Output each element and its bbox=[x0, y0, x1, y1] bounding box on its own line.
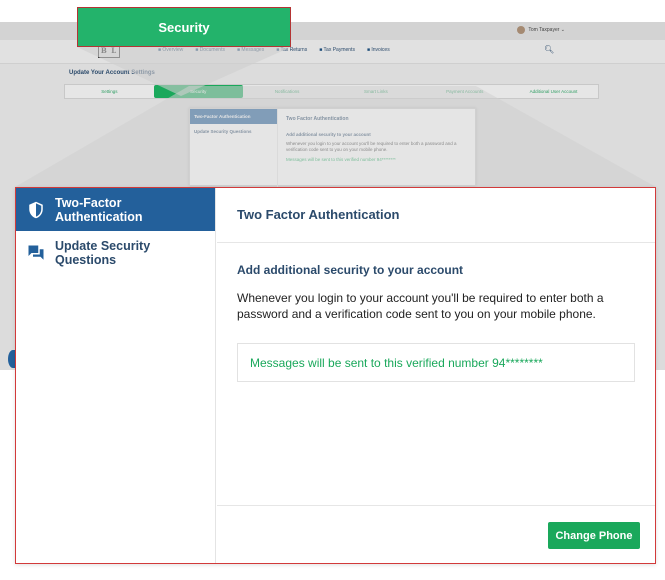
mini-sidebar-item-two-factor[interactable]: Two-Factor Authentication bbox=[190, 109, 277, 124]
tab-payment-accounts[interactable]: Payment Accounts bbox=[420, 85, 509, 98]
mini-panel-heading: Add additional security to your account bbox=[286, 132, 371, 137]
mini-panel-text: Whenever you login to your account you'l… bbox=[286, 141, 457, 152]
sidebar-item-update-security-questions[interactable]: Update Security Questions bbox=[16, 231, 215, 274]
tab-additional-user-account[interactable]: Additional User Account bbox=[509, 85, 598, 98]
nav-invoices[interactable]: Invoices bbox=[367, 47, 389, 53]
shield-icon bbox=[29, 201, 43, 218]
sidebar-item-label: Update Security Questions bbox=[55, 238, 151, 267]
panel-title: Two Factor Authentication bbox=[217, 188, 655, 243]
verified-number-text: Messages will be sent to this verified n… bbox=[250, 355, 543, 370]
mini-panel-title: Two Factor Authentication bbox=[286, 116, 349, 122]
tab-settings[interactable]: Settings bbox=[65, 85, 154, 98]
panel-body: Add additional security to your account … bbox=[217, 243, 655, 382]
security-panel: Two-Factor Authentication Update Securit… bbox=[15, 187, 656, 564]
tab-security[interactable]: Security bbox=[153, 85, 243, 98]
section-heading: Add additional security to your account bbox=[237, 263, 464, 277]
page-title: Update Your Account Settings bbox=[69, 70, 155, 76]
panel-footer: Change Phone bbox=[217, 505, 655, 563]
search-icon[interactable]: 🔍︎ bbox=[544, 45, 554, 54]
sidebar-item-two-factor-authentication[interactable]: Two-Factor Authentication bbox=[16, 188, 215, 231]
user-menu[interactable]: Tom Taxpayer ⌄ bbox=[517, 26, 565, 34]
mini-sidebar-item-security-questions[interactable]: Update Security Questions bbox=[190, 124, 277, 139]
user-name: Tom Taxpayer ⌄ bbox=[528, 27, 565, 33]
chat-bubbles-icon bbox=[28, 245, 44, 260]
settings-tabs: Settings Security Notifications Smart Li… bbox=[64, 84, 599, 99]
nav-tax-returns[interactable]: Tax Returns bbox=[276, 47, 308, 53]
mini-security-panel: Two-Factor Authentication Update Securit… bbox=[189, 108, 476, 187]
mini-verified-message: Messages will be sent to this verified n… bbox=[286, 157, 396, 162]
sidebar-item-label: Two-Factor Authentication bbox=[55, 195, 143, 224]
nav-messages[interactable]: Messages bbox=[237, 47, 264, 53]
tab-notifications[interactable]: Notifications bbox=[243, 85, 332, 98]
section-description: Whenever you login to your account you'l… bbox=[237, 291, 604, 321]
change-phone-button[interactable]: Change Phone bbox=[548, 522, 640, 549]
nav-overview[interactable]: Overview bbox=[158, 47, 183, 53]
avatar bbox=[517, 26, 526, 34]
tab-smart-links[interactable]: Smart Links bbox=[331, 85, 420, 98]
nav-tax-payments[interactable]: Tax Payments bbox=[319, 47, 355, 53]
two-factor-content: Two Factor Authentication Add additional… bbox=[217, 188, 655, 563]
verified-number-message: Messages will be sent to this verified n… bbox=[237, 343, 635, 382]
nav-documents[interactable]: Documents bbox=[195, 47, 225, 53]
security-callout: Security bbox=[77, 7, 291, 47]
security-sidebar: Two-Factor Authentication Update Securit… bbox=[16, 188, 216, 563]
